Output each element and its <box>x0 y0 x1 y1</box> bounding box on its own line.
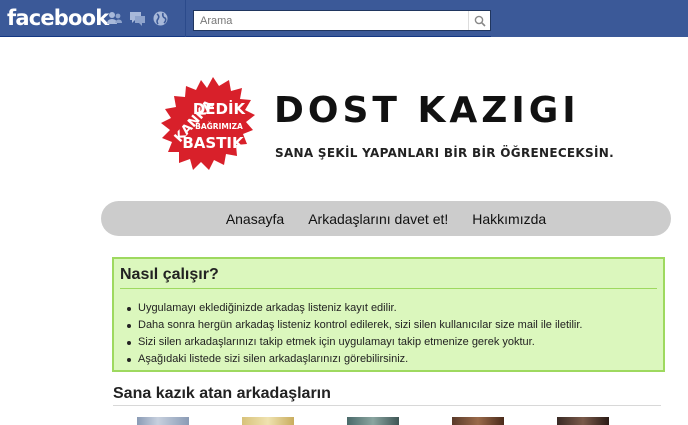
how-it-works-divider <box>120 288 657 289</box>
friends-section-title: Sana kazık atan arkadaşların <box>113 385 331 402</box>
list-item: Daha sonra hergün arkadaş listeniz kontr… <box>124 317 582 334</box>
search-icon <box>474 15 486 27</box>
friend-thumbnail[interactable] <box>137 417 189 425</box>
badge-text-2: DEDİK <box>193 99 247 118</box>
nav-invite-friends[interactable]: Arkadaşlarını davet et! <box>308 211 448 227</box>
friends-thumbnails <box>137 417 609 425</box>
list-item: Uygulamayı eklediğinizde arkadaş listeni… <box>124 300 582 317</box>
friend-thumbnail[interactable] <box>242 417 294 425</box>
how-it-works-title: Nasıl çalışır? <box>120 266 219 283</box>
how-it-works-list: Uygulamayı eklediğinizde arkadaş listeni… <box>124 300 582 368</box>
search-button[interactable] <box>468 11 490 30</box>
list-item: Sizi silen arkadaşlarınızı takip etmek i… <box>124 334 582 351</box>
how-it-works-box: Nasıl çalışır? Uygulamayı eklediğinizde … <box>112 257 665 372</box>
messages-icon[interactable] <box>129 10 146 27</box>
app-nav: Anasayfa Arkadaşlarını davet et! Hakkımı… <box>101 201 671 236</box>
app-title: DOST KAZIGI <box>274 90 580 131</box>
facebook-top-bar: facebook <box>0 0 688 37</box>
notifications-globe-icon[interactable] <box>152 10 169 27</box>
search-input[interactable] <box>194 11 466 30</box>
nav-home[interactable]: Anasayfa <box>226 211 284 227</box>
app-badge-logo[interactable]: KANKA DEDİK BAĞRIMIZA BASTIK <box>157 77 269 179</box>
friend-thumbnail[interactable] <box>452 417 504 425</box>
friend-thumbnail[interactable] <box>347 417 399 425</box>
badge-text-4: BASTIK <box>182 134 245 152</box>
friends-divider <box>113 405 661 406</box>
list-item: Aşağıdaki listede sizi silen arkadaşları… <box>124 351 582 368</box>
friends-icon[interactable] <box>106 10 123 27</box>
facebook-logo[interactable]: facebook <box>7 6 109 30</box>
badge-text-3: BAĞRIMIZA <box>195 122 243 131</box>
friend-thumbnail[interactable] <box>557 417 609 425</box>
bar-divider <box>185 0 186 37</box>
search-box <box>193 10 491 31</box>
jewel-icons <box>106 10 169 27</box>
nav-about[interactable]: Hakkımızda <box>472 211 546 227</box>
top-bar-right <box>491 0 688 37</box>
app-subtitle: SANA ŞEKİL YAPANLARI BİR BİR ÖĞRENECEKSİ… <box>275 146 614 160</box>
